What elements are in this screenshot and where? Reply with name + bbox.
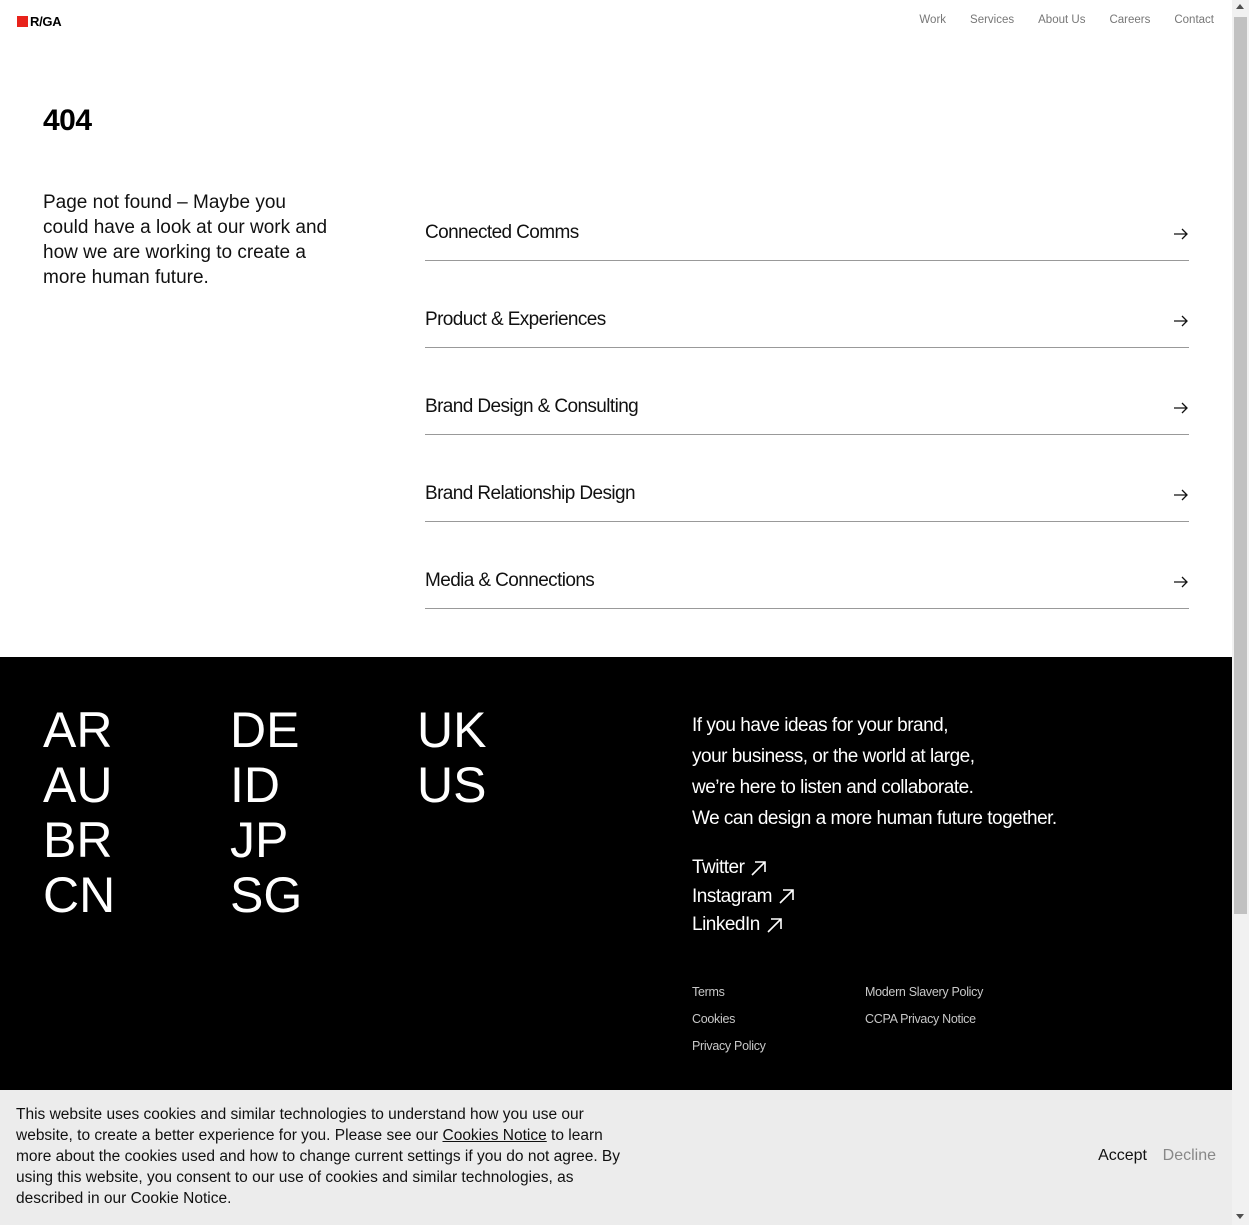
country-sg[interactable]: SG bbox=[230, 868, 302, 923]
arrow-right-icon bbox=[1174, 315, 1188, 327]
country-column-2: DE ID JP SG bbox=[230, 703, 302, 923]
tagline-line: If you have ideas for your brand, bbox=[692, 715, 948, 736]
error-code: 404 bbox=[43, 104, 92, 137]
arrow-up-right-icon bbox=[779, 889, 794, 904]
nav-work[interactable]: Work bbox=[919, 14, 946, 26]
service-link-media-connections[interactable]: Media & Connections bbox=[425, 522, 1189, 609]
logo[interactable]: R/GA bbox=[17, 14, 62, 29]
cookies-notice-link[interactable]: Cookies Notice bbox=[443, 1127, 547, 1144]
country-us[interactable]: US bbox=[417, 758, 486, 813]
social-label: LinkedIn bbox=[692, 914, 760, 935]
social-link-twitter[interactable]: Twitter bbox=[692, 854, 795, 883]
country-br[interactable]: BR bbox=[43, 813, 115, 868]
footer-tagline: If you have ideas for your brand, your b… bbox=[692, 710, 1057, 834]
arrow-right-icon bbox=[1174, 228, 1188, 240]
decline-button[interactable]: Decline bbox=[1163, 1147, 1216, 1165]
tagline-line: we’re here to listen and collaborate. bbox=[692, 777, 974, 798]
service-link-label: Brand Design & Consulting bbox=[425, 396, 639, 417]
service-link-connected-comms[interactable]: Connected Comms bbox=[425, 174, 1189, 261]
country-column-3: UK US bbox=[417, 703, 486, 813]
legal-link-ccpa-privacy-notice[interactable]: CCPA Privacy Notice bbox=[865, 1006, 983, 1033]
site-footer: AR AU BR CN DE ID JP SG UK US If you hav… bbox=[0, 657, 1232, 1097]
legal-column-1: Terms Cookies Privacy Policy bbox=[692, 979, 766, 1060]
cookie-banner: This website uses cookies and similar te… bbox=[0, 1090, 1232, 1225]
service-links: Connected Comms Product & Experiences Br… bbox=[425, 174, 1189, 609]
legal-link-modern-slavery-policy[interactable]: Modern Slavery Policy bbox=[865, 979, 983, 1006]
red-square-logo-icon bbox=[17, 16, 28, 27]
legal-column-2: Modern Slavery Policy CCPA Privacy Notic… bbox=[865, 979, 983, 1033]
accept-button[interactable]: Accept bbox=[1098, 1147, 1147, 1165]
country-au[interactable]: AU bbox=[43, 758, 115, 813]
service-link-label: Media & Connections bbox=[425, 570, 595, 591]
error-message: Page not found – Maybe you could have a … bbox=[43, 192, 328, 288]
service-link-label: Product & Experiences bbox=[425, 309, 606, 330]
arrow-right-icon bbox=[1174, 489, 1188, 501]
service-link-label: Brand Relationship Design bbox=[425, 483, 636, 504]
scroll-down-icon[interactable] bbox=[1236, 1214, 1244, 1219]
service-link-brand-relationship-design[interactable]: Brand Relationship Design bbox=[425, 435, 1189, 522]
site-header: R/GA Work Services About Us Careers Cont… bbox=[0, 0, 1232, 44]
country-id[interactable]: ID bbox=[230, 758, 302, 813]
arrow-right-icon bbox=[1174, 402, 1188, 414]
vertical-scrollbar[interactable] bbox=[1232, 0, 1249, 1225]
arrow-right-icon bbox=[1174, 576, 1188, 588]
tagline-line: your business, or the world at large, bbox=[692, 746, 975, 767]
nav-careers[interactable]: Careers bbox=[1109, 14, 1150, 26]
country-cn[interactable]: CN bbox=[43, 868, 115, 923]
nav-contact[interactable]: Contact bbox=[1174, 14, 1214, 26]
arrow-up-right-icon bbox=[767, 917, 782, 933]
social-links: Twitter Instagram LinkedIn bbox=[692, 854, 795, 940]
nav-services[interactable]: Services bbox=[970, 14, 1014, 26]
scroll-up-icon[interactable] bbox=[1236, 4, 1244, 9]
arrow-up-right-icon bbox=[751, 860, 767, 876]
country-uk[interactable]: UK bbox=[417, 703, 486, 758]
logo-text: R/GA bbox=[30, 14, 62, 29]
service-link-brand-design-consulting[interactable]: Brand Design & Consulting bbox=[425, 348, 1189, 435]
scrollbar-thumb[interactable] bbox=[1234, 17, 1247, 914]
legal-link-cookies[interactable]: Cookies bbox=[692, 1006, 766, 1033]
social-label: Instagram bbox=[692, 885, 772, 907]
social-link-instagram[interactable]: Instagram bbox=[692, 883, 795, 912]
main-nav: Work Services About Us Careers Contact bbox=[895, 14, 1214, 26]
legal-link-privacy-policy[interactable]: Privacy Policy bbox=[692, 1033, 766, 1060]
country-column-1: AR AU BR CN bbox=[43, 703, 115, 923]
tagline-line: We can design a more human future togeth… bbox=[692, 808, 1057, 829]
country-de[interactable]: DE bbox=[230, 703, 302, 758]
social-link-linkedin[interactable]: LinkedIn bbox=[692, 911, 795, 940]
service-link-product-experiences[interactable]: Product & Experiences bbox=[425, 261, 1189, 348]
country-jp[interactable]: JP bbox=[230, 813, 302, 868]
country-ar[interactable]: AR bbox=[43, 703, 115, 758]
nav-about-us[interactable]: About Us bbox=[1038, 14, 1085, 26]
legal-link-terms[interactable]: Terms bbox=[692, 979, 766, 1006]
service-link-label: Connected Comms bbox=[425, 222, 579, 243]
cookie-text: This website uses cookies and similar te… bbox=[16, 1104, 626, 1209]
social-label: Twitter bbox=[692, 857, 745, 878]
